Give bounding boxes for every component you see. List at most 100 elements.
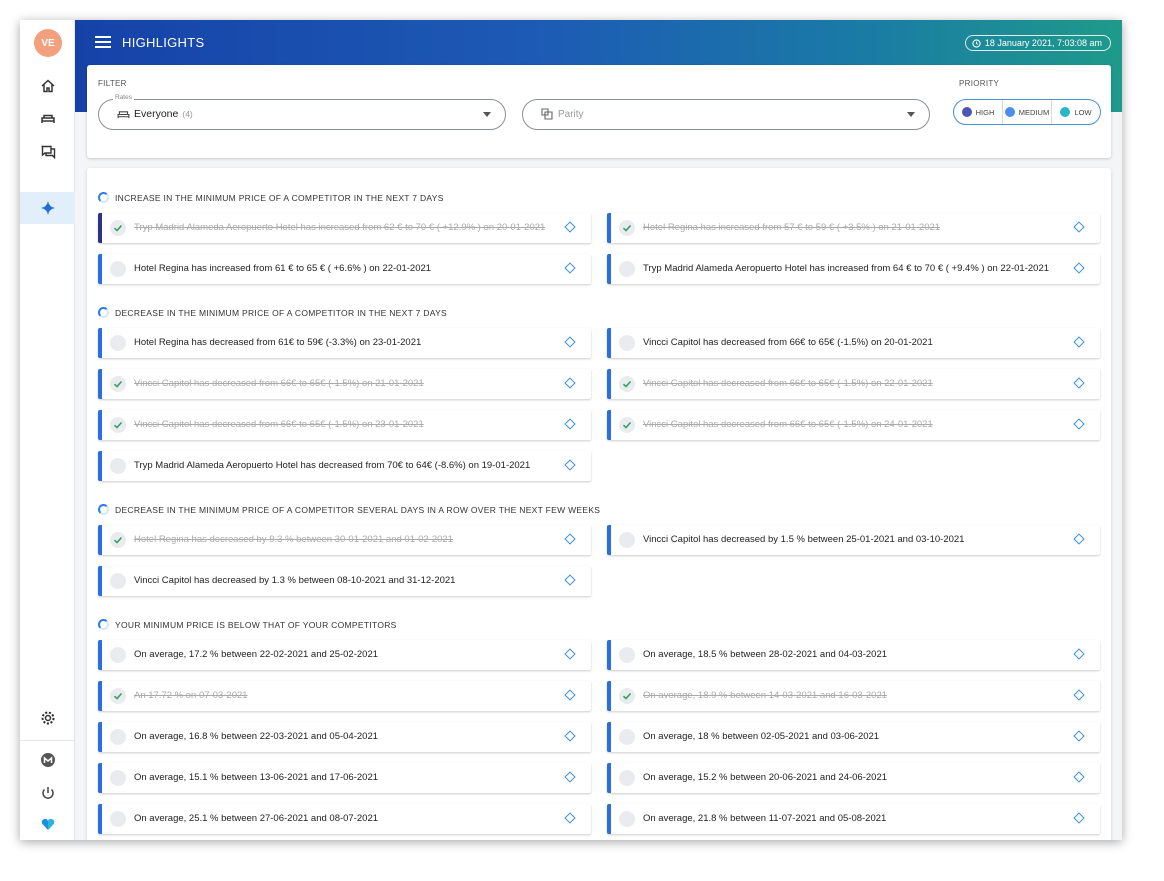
diamond-icon[interactable] [1073,377,1085,389]
bed-icon [117,110,130,118]
checkbox-circle[interactable] [619,770,635,786]
checkbox-circle[interactable] [619,335,635,351]
highlight-card[interactable]: Vincci Capitol has decreased from 66€ to… [98,369,591,399]
highlight-card[interactable]: On average, 18.5 % between 28-02-2021 an… [607,640,1100,670]
check-icon[interactable] [110,688,126,704]
highlight-card[interactable]: Vincci Capitol has decreased from 66€ to… [98,410,591,440]
rates-select[interactable]: Rates Everyone (4) [98,94,506,130]
checkbox-circle[interactable] [619,261,635,277]
check-icon[interactable] [619,688,635,704]
datetime-text: 18 January 2021, 7:03:08 am [984,38,1102,48]
highlight-card[interactable]: Tryp Madrid Alameda Aeropuerto Hotel has… [98,213,591,243]
check-icon[interactable] [110,376,126,392]
sparkle-icon[interactable] [20,192,75,224]
highlight-card[interactable]: On average, 25.1 % between 27-06-2021 an… [98,804,591,834]
highlight-text: Vincci Capitol has decreased from 66€ to… [643,419,933,430]
diamond-icon[interactable] [1073,418,1085,430]
diamond-icon[interactable] [1073,262,1085,274]
rates-count: (4) [182,109,193,119]
section-title: DECREASE IN THE MINIMUM PRICE OF A COMPE… [98,504,600,515]
checkbox-circle[interactable] [619,811,635,827]
diamond-icon[interactable] [564,574,576,586]
highlight-card[interactable]: Vincci Capitol has decreased from 66€ to… [607,410,1100,440]
check-icon[interactable] [619,220,635,236]
checkbox-circle[interactable] [619,647,635,663]
diamond-icon[interactable] [564,418,576,430]
highlight-card[interactable]: On average, 15.2 % between 20-06-2021 an… [607,763,1100,793]
chat-icon[interactable] [20,136,75,168]
highlight-card[interactable]: Vincci Capitol has decreased from 66€ to… [607,328,1100,358]
highlight-card[interactable]: On average, 18 % between 02-05-2021 and … [607,722,1100,752]
check-icon[interactable] [110,417,126,433]
checkbox-circle[interactable] [110,458,126,474]
diamond-icon[interactable] [1073,533,1085,545]
highlight-card[interactable]: Hotel Regina has decreased by 9.3 % betw… [98,525,591,555]
check-icon[interactable] [110,532,126,548]
highlight-card[interactable]: Hotel Regina has decreased from 61€ to 5… [98,328,591,358]
highlight-card[interactable]: An 17.72 % on 07-03-2021 [98,681,591,711]
diamond-icon[interactable] [564,336,576,348]
highlight-card[interactable]: Hotel Regina has increased from 61 € to … [98,254,591,284]
home-icon[interactable] [20,70,75,102]
highlight-card[interactable]: On average, 18.9 % between 14-03-2021 an… [607,681,1100,711]
checkbox-circle[interactable] [110,647,126,663]
diamond-icon[interactable] [564,812,576,824]
diamond-icon[interactable] [564,648,576,660]
highlight-card[interactable]: Tryp Madrid Alameda Aeropuerto Hotel has… [607,254,1100,284]
checkbox-circle[interactable] [110,770,126,786]
highlight-card[interactable]: On average, 16.8 % between 22-03-2021 an… [98,722,591,752]
highlight-card[interactable]: On average, 15.1 % between 13-06-2021 an… [98,763,591,793]
highlight-card[interactable]: Tryp Madrid Alameda Aeropuerto Hotel has… [98,451,591,481]
highlight-card[interactable]: Hotel Regina has increased from 57 € to … [607,213,1100,243]
diamond-icon[interactable] [564,689,576,701]
avatar[interactable]: VE [34,29,62,57]
checkbox-circle[interactable] [110,573,126,589]
highlight-card[interactable]: Vincci Capitol has decreased by 1.5 % be… [607,525,1100,555]
m-logo-icon[interactable] [20,744,75,776]
diamond-icon[interactable] [1073,730,1085,742]
priority-high-toggle[interactable]: HIGH [954,100,1003,124]
diamond-icon[interactable] [1073,689,1085,701]
highlight-text: Hotel Regina has increased from 61 € to … [134,263,432,274]
diamond-icon[interactable] [564,533,576,545]
highlight-card[interactable]: On average, 17.2 % between 22-02-2021 an… [98,640,591,670]
settings-icon[interactable] [20,702,75,734]
diamond-icon[interactable] [1073,648,1085,660]
diamond-icon[interactable] [564,377,576,389]
diamond-icon[interactable] [1073,771,1085,783]
diamond-icon[interactable] [1073,812,1085,824]
highlight-text: On average, 21.8 % between 11-07-2021 an… [643,813,887,824]
section-title-text: YOUR MINIMUM PRICE IS BELOW THAT OF YOUR… [115,619,397,630]
diamond-icon[interactable] [564,262,576,274]
section-title-text: INCREASE IN THE MINIMUM PRICE OF A COMPE… [115,192,444,203]
diamond-icon[interactable] [564,771,576,783]
diamond-icon[interactable] [564,221,576,233]
highlight-card[interactable]: On average, 21.8 % between 11-07-2021 an… [607,804,1100,834]
highlights-list: INCREASE IN THE MINIMUM PRICE OF A COMPE… [87,168,1111,840]
check-icon[interactable] [619,417,635,433]
checkbox-circle[interactable] [619,729,635,745]
highlight-text: On average, 17.2 % between 22-02-2021 an… [134,649,379,660]
highlight-text: On average, 18.5 % between 28-02-2021 an… [643,649,888,660]
checkbox-circle[interactable] [110,811,126,827]
power-icon[interactable] [20,777,75,809]
check-icon[interactable] [110,220,126,236]
priority-medium-toggle[interactable]: MEDIUM [1003,100,1052,124]
highlight-text: Tryp Madrid Alameda Aeropuerto Hotel has… [134,460,531,471]
diamond-icon[interactable] [564,459,576,471]
highlight-card[interactable]: Vincci Capitol has decreased from 66€ to… [607,369,1100,399]
diamond-icon[interactable] [1073,221,1085,233]
checkbox-circle[interactable] [619,532,635,548]
diamond-icon[interactable] [1073,336,1085,348]
diamond-icon[interactable] [564,730,576,742]
heart-logo-icon[interactable] [20,808,75,840]
checkbox-circle[interactable] [110,261,126,277]
bed-icon[interactable] [20,103,75,135]
check-icon[interactable] [619,376,635,392]
checkbox-circle[interactable] [110,335,126,351]
checkbox-circle[interactable] [110,729,126,745]
hamburger-menu-icon[interactable] [95,36,111,50]
highlight-card[interactable]: Vincci Capitol has decreased by 1.3 % be… [98,566,591,596]
priority-low-toggle[interactable]: LOW [1052,100,1100,124]
parity-select[interactable]: Parity [522,99,930,130]
